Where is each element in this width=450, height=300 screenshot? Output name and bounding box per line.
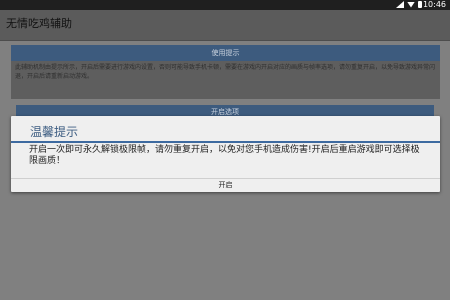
app-title: 无情吃鸡辅助 <box>6 17 72 30</box>
dialog-title: 温馨提示 <box>30 125 79 139</box>
dialog-message: 开启一次即可永久解锁极限帧，请勿重复开启，以免对您手机造成伤害!开启后重启游戏即… <box>29 145 420 166</box>
status-bar: 10:46 <box>0 0 450 10</box>
app-bar: 无情吃鸡辅助 <box>0 10 450 41</box>
signal-icon <box>396 1 404 8</box>
status-time: 10:46 <box>422 0 446 9</box>
wifi-icon <box>407 1 415 8</box>
battery-icon <box>418 1 422 8</box>
dialog-title-divider <box>11 141 440 143</box>
usage-tips-button[interactable]: 使用提示 <box>11 45 440 61</box>
alert-dialog: 温馨提示 开启一次即可永久解锁极限帧，请勿重复开启，以免对您手机造成伤害!开启后… <box>11 116 440 192</box>
dialog-confirm-button[interactable]: 开启 <box>11 179 440 192</box>
notice-text: 此辅助机制由提示所示，开启后需要进行游戏内设置，否则可能导致手机卡顿，需要在游戏… <box>11 61 440 99</box>
status-icons <box>396 1 422 8</box>
